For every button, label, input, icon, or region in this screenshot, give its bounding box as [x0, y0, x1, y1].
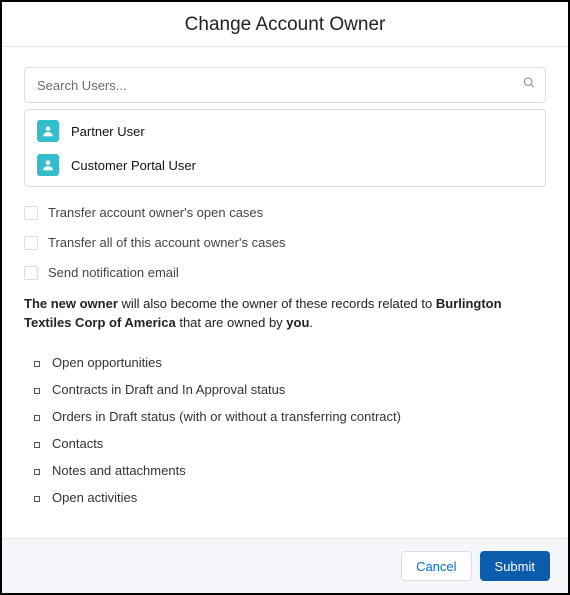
list-item: Contracts in Draft and In Approval statu…	[34, 376, 546, 403]
modal-title: Change Account Owner	[2, 14, 568, 36]
checkbox-label: Send notification email	[48, 265, 179, 280]
list-item: Orders in Draft status (with or without …	[34, 403, 546, 430]
modal-footer: Cancel Submit	[2, 538, 568, 593]
checkbox-row: Transfer all of this account owner's cas…	[24, 235, 546, 250]
modal-body: Partner User Customer Portal User Transf…	[2, 47, 568, 538]
change-owner-modal: Change Account Owner Partner User Custom…	[0, 0, 570, 595]
user-option-customer-portal[interactable]: Customer Portal User	[25, 148, 545, 182]
user-option-label: Partner User	[71, 124, 145, 139]
checkbox-transfer-open-cases[interactable]	[24, 206, 38, 220]
submit-button[interactable]: Submit	[480, 551, 550, 581]
list-item: Notes and attachments	[34, 457, 546, 484]
related-records-list: Open opportunities Contracts in Draft an…	[34, 349, 546, 511]
search-users-input[interactable]	[24, 67, 546, 103]
checkbox-label: Transfer account owner's open cases	[48, 205, 263, 220]
cancel-button[interactable]: Cancel	[401, 551, 471, 581]
user-option-label: Customer Portal User	[71, 158, 196, 173]
user-dropdown: Partner User Customer Portal User	[24, 109, 546, 187]
search-icon	[522, 76, 536, 95]
list-item: Contacts	[34, 430, 546, 457]
list-item: Open opportunities	[34, 349, 546, 376]
modal-header: Change Account Owner	[2, 2, 568, 47]
transfer-options: Transfer account owner's open cases Tran…	[24, 205, 546, 280]
ownership-info-text: The new owner will also become the owner…	[24, 295, 546, 333]
checkbox-row: Transfer account owner's open cases	[24, 205, 546, 220]
checkbox-send-notification[interactable]	[24, 266, 38, 280]
user-icon	[37, 120, 59, 142]
checkbox-transfer-all-cases[interactable]	[24, 236, 38, 250]
user-search	[24, 67, 546, 103]
user-icon	[37, 154, 59, 176]
checkbox-label: Transfer all of this account owner's cas…	[48, 235, 286, 250]
user-option-partner[interactable]: Partner User	[25, 114, 545, 148]
list-item: Open activities	[34, 484, 546, 511]
checkbox-row: Send notification email	[24, 265, 546, 280]
